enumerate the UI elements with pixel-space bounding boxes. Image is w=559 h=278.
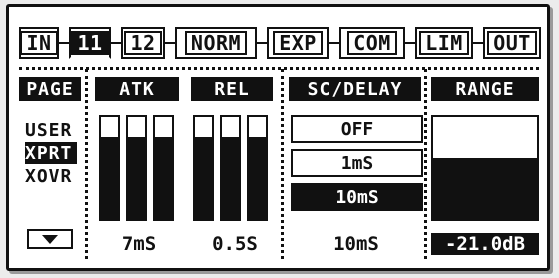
tab-label: NORM bbox=[184, 31, 248, 55]
page-item-xprt[interactable]: XPRT bbox=[25, 142, 77, 164]
attack-meter bbox=[99, 115, 120, 221]
page-down-button[interactable] bbox=[27, 229, 73, 249]
column-separator bbox=[424, 69, 427, 259]
tab-label: EXP bbox=[273, 31, 323, 55]
tab-bar: IN 11 12 NORM EXP COM LIM OUT bbox=[19, 27, 541, 59]
tab-norm[interactable]: NORM bbox=[175, 27, 257, 59]
lcd-display: IN 11 12 NORM EXP COM LIM OUT PAGE USER … bbox=[6, 4, 550, 271]
tab-label: COM bbox=[347, 31, 397, 55]
down-triangle-icon bbox=[42, 234, 58, 244]
tab-label: 12 bbox=[124, 31, 162, 55]
range-header: RANGE bbox=[431, 77, 539, 101]
release-header: REL bbox=[191, 77, 273, 101]
attack-meter-fill bbox=[101, 137, 118, 219]
sc-delay-option-off[interactable]: OFF bbox=[291, 115, 423, 143]
tab-exp[interactable]: EXP bbox=[267, 27, 329, 59]
range-meter-fill bbox=[433, 157, 537, 219]
tab-label: 11 bbox=[71, 31, 109, 55]
tab-in[interactable]: IN bbox=[19, 27, 59, 59]
attack-value[interactable]: 7mS bbox=[105, 233, 173, 255]
attack-meter bbox=[153, 115, 174, 221]
page-item-user[interactable]: USER bbox=[25, 119, 77, 141]
range-meter bbox=[431, 115, 539, 221]
release-meter bbox=[220, 115, 241, 221]
release-value[interactable]: 0.5S bbox=[199, 233, 271, 255]
release-meter bbox=[247, 115, 268, 221]
range-value[interactable]: -21.0dB bbox=[431, 233, 539, 255]
page-header: PAGE bbox=[19, 77, 81, 101]
attack-header: ATK bbox=[95, 77, 179, 101]
sc-delay-value[interactable]: 10mS bbox=[299, 233, 413, 255]
release-meter bbox=[193, 115, 214, 221]
column-separator bbox=[85, 69, 88, 259]
release-meter-fill bbox=[222, 137, 239, 219]
release-meter-fill bbox=[195, 137, 212, 219]
tab-11[interactable]: 11 bbox=[69, 27, 111, 59]
tab-lim[interactable]: LIM bbox=[415, 27, 473, 59]
tab-label: LIM bbox=[419, 31, 469, 55]
tab-12[interactable]: 12 bbox=[121, 27, 165, 59]
tab-label: OUT bbox=[487, 31, 537, 55]
page-item-xovr[interactable]: XOVR bbox=[25, 165, 77, 187]
tab-label: IN bbox=[20, 31, 58, 55]
sc-delay-option-1ms[interactable]: 1mS bbox=[291, 149, 423, 177]
attack-meter bbox=[126, 115, 147, 221]
header-separator bbox=[19, 67, 539, 70]
sc-delay-option-10ms[interactable]: 10mS bbox=[291, 183, 423, 211]
attack-meter-fill bbox=[128, 137, 145, 219]
tab-com[interactable]: COM bbox=[339, 27, 405, 59]
tab-out[interactable]: OUT bbox=[483, 27, 541, 59]
attack-meter-fill bbox=[155, 137, 172, 219]
column-separator bbox=[281, 69, 284, 259]
sc-delay-header: SC/DELAY bbox=[289, 77, 421, 101]
release-meter-fill bbox=[249, 137, 266, 219]
